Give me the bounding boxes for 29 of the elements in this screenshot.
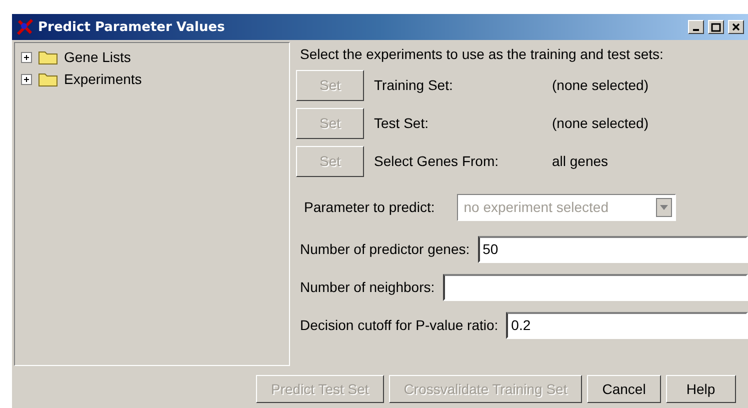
window-title: Predict Parameter Values [38,20,226,34]
expand-icon[interactable] [21,74,32,84]
instructions-text: Select the experiments to use as the training and test sets: [300,46,664,62]
field-label: Number of neighbors: [300,279,435,295]
parameter-label: Parameter to predict: [304,199,435,215]
maximize-icon [711,22,721,32]
input-field[interactable]: 0.2 [506,312,748,338]
close-button[interactable] [728,20,744,34]
set-label: Training Set: [374,77,454,93]
input-field[interactable]: 50 [478,236,748,262]
maximize-button[interactable] [708,20,724,34]
dialog-button[interactable]: Cancel [587,375,661,403]
tree-item[interactable]: Gene Lists [64,49,131,65]
tree-item[interactable]: Experiments [64,71,142,87]
dialog-button[interactable]: Help [666,375,736,403]
field-label: Number of predictor genes: [300,241,470,257]
field-label: Decision cutoff for P-value ratio: [300,317,498,333]
set-label: Select Genes From: [374,153,500,169]
minimize-button[interactable] [688,20,704,34]
app-icon [16,18,34,36]
set-value: (none selected) [552,115,649,131]
input-field[interactable] [442,274,748,300]
folder-icon [38,71,58,87]
expand-icon[interactable] [21,52,32,62]
close-icon [732,23,740,31]
set-value: all genes [552,153,608,169]
folder-icon [38,49,58,65]
set-label: Test Set: [374,115,430,131]
set-value: (none selected) [552,77,649,93]
